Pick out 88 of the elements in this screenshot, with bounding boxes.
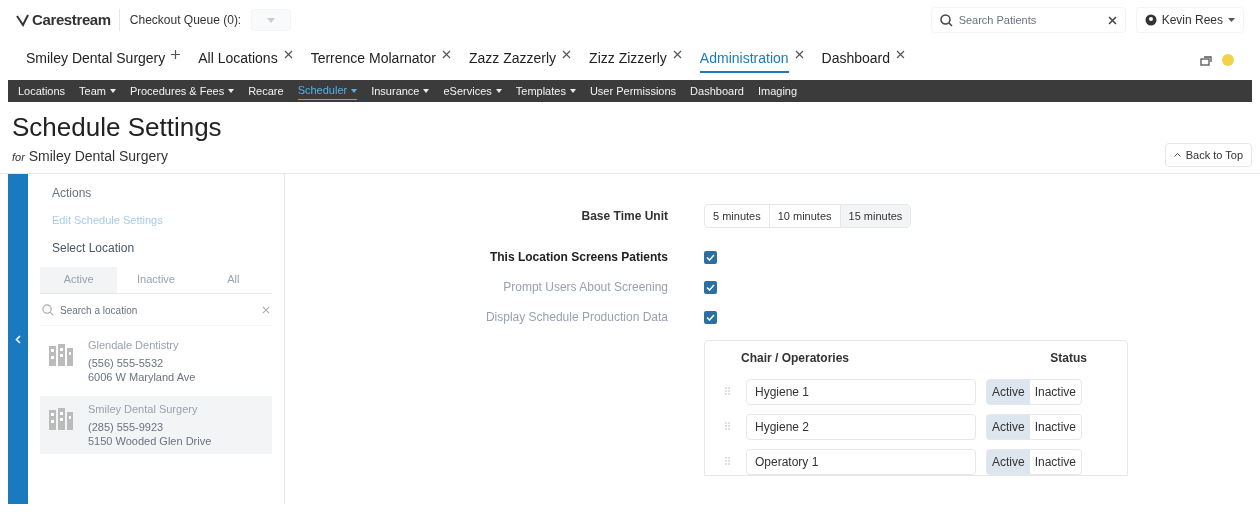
section-heading: Actions [51, 185, 93, 202]
drag-handle-icon[interactable] [725, 387, 730, 397]
section-heading: Select Location [51, 239, 136, 257]
nav-menu-item[interactable]: Dashboard [690, 82, 744, 100]
plus-icon[interactable] [171, 49, 181, 59]
close-icon[interactable] [896, 49, 906, 59]
caret-icon [351, 88, 358, 93]
chair-name-field[interactable]: Hygiene 2 [746, 414, 976, 440]
checkout-queue-dropdown[interactable] [251, 9, 292, 31]
nav-menu-item[interactable]: Imaging [757, 82, 798, 100]
checkbox[interactable] [704, 250, 717, 264]
tab[interactable]: All Locations [198, 47, 278, 73]
nav-menu-item[interactable]: Insurance [371, 82, 430, 100]
checkbox[interactable] [704, 280, 717, 294]
tab[interactable]: Smiley Dental Surgery [26, 47, 166, 73]
setting-label: Base Time Unit [580, 208, 668, 225]
nav-menu-item[interactable]: Templates [515, 82, 576, 100]
close-icon[interactable] [283, 49, 293, 59]
chevron-left-icon [15, 334, 21, 344]
logo-text: Carestream [32, 9, 111, 30]
page-subtitle: for Smiley Dental Surgery [12, 147, 169, 166]
clear-icon[interactable] [1107, 15, 1117, 25]
time-unit-option[interactable]: 5 minutes [705, 205, 770, 227]
location-name: Smiley Dental Surgery [88, 401, 199, 416]
time-unit-option[interactable]: 10 minutes [769, 205, 841, 227]
status-option[interactable]: Inactive [1029, 450, 1082, 474]
caret-up-icon [1173, 153, 1181, 157]
building-icon [48, 405, 74, 432]
status-option[interactable]: Active [987, 380, 1030, 404]
search-icon [939, 13, 953, 27]
windows-icon[interactable] [1200, 54, 1214, 66]
caret-icon [1228, 18, 1235, 22]
nav-menu-item[interactable]: eServices [443, 82, 502, 100]
drag-handle-icon[interactable] [725, 422, 730, 432]
close-icon[interactable] [562, 49, 572, 59]
nav-menu-item[interactable]: Recare [248, 82, 284, 100]
setting-label: Display Schedule Production Data [484, 309, 668, 326]
nav-menu-item[interactable]: Procedures & Fees [130, 82, 235, 100]
location-item[interactable]: Glendale Dentistry (556) 555-5532 6006 W Maryland Ave [40, 331, 272, 390]
caret-icon [267, 17, 276, 23]
close-icon[interactable] [441, 49, 451, 59]
location-phone: (556) 555-5532 [88, 355, 165, 370]
location-name: Glendale Dentistry [88, 337, 180, 352]
building-icon [48, 341, 74, 368]
column-header: Status [1050, 350, 1087, 367]
caret-icon [423, 89, 430, 93]
checkbox[interactable] [704, 310, 717, 324]
search-bar[interactable]: Search Patients [930, 7, 1126, 33]
tab[interactable]: Zazz Zazzerly [468, 47, 557, 73]
close-icon[interactable] [672, 49, 682, 59]
logo-mark-icon [16, 13, 30, 27]
location-item[interactable]: Smiley Dental Surgery (285) 555-9923 5150 Wooded Glen Drive [40, 395, 272, 454]
nav-menu-item[interactable]: Team [79, 82, 116, 100]
nav-menu-item[interactable]: User Permissions [589, 82, 677, 100]
caret-icon [569, 89, 576, 93]
caret-icon [495, 89, 502, 93]
column-header: Chair / Operatories [741, 350, 851, 367]
caret-icon [228, 89, 235, 93]
chair-name-field[interactable]: Operatory 1 [746, 449, 976, 475]
status-option[interactable]: Active [987, 415, 1030, 439]
tab[interactable]: Terrence Molarnator [310, 47, 436, 73]
status-option[interactable]: Active [987, 450, 1030, 474]
location-address: 5150 Wooded Glen Drive [88, 433, 212, 448]
setting-label: Prompt Users About Screening [502, 279, 668, 296]
user-icon [1144, 14, 1157, 26]
tab[interactable]: Dashboard [821, 47, 891, 73]
nav-menu-item[interactable]: Scheduler [297, 82, 358, 100]
page-title: Schedule Settings [12, 111, 222, 144]
nav-menu-item[interactable]: Locations [18, 82, 66, 100]
tab[interactable]: Administration [699, 47, 789, 73]
status-option[interactable]: Inactive [1029, 380, 1082, 404]
tab[interactable]: Zizz Zizzerly [589, 47, 667, 73]
location-phone: (285) 555-9923 [88, 419, 165, 434]
search-patients-field[interactable]: Search Patients [958, 11, 1102, 29]
back-to-top-button[interactable]: Back to Top [1164, 143, 1252, 167]
drag-handle-icon[interactable] [725, 457, 730, 467]
location-search-field[interactable]: Search a location [60, 302, 256, 318]
location-search-bar[interactable]: Search a location [40, 295, 272, 326]
search-icon [42, 304, 54, 316]
location-address: 6006 W Maryland Ave [88, 369, 196, 384]
close-icon[interactable] [794, 49, 804, 59]
setting-label: This Location Screens Patients [488, 249, 668, 266]
chair-name-field[interactable]: Hygiene 1 [746, 379, 976, 405]
checkout-queue-label: Checkout Queue (0): [129, 12, 242, 29]
status-option[interactable]: Inactive [1029, 415, 1082, 439]
caret-icon [110, 89, 116, 93]
time-unit-option[interactable]: 15 minutes [840, 205, 911, 227]
user-menu-button[interactable]: Kevin Rees [1135, 7, 1244, 33]
